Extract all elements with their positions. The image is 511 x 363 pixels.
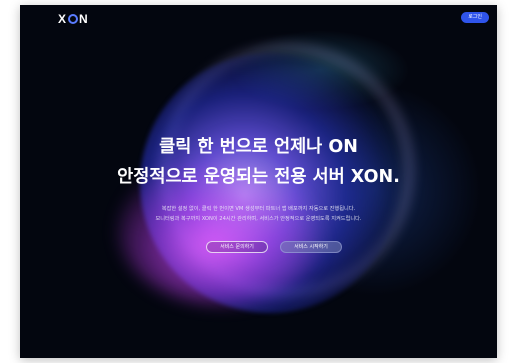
hero-description-line2: 모니터링과 복구까지 XON이 24시간 관리하며, 서비스가 안정적으로 운영… [155, 216, 362, 222]
hero-section: 클릭 한 번으로 언제나 ON 안정적으로 운영되는 전용 서버 XON. 복잡… [20, 5, 497, 358]
service-inquiry-button[interactable]: 서비스 문의하기 [206, 241, 268, 253]
hero-headline-line2: 안정적으로 운영되는 전용 서버 XON. [117, 167, 400, 187]
hero-headline-line1: 클릭 한 번으로 언제나 ON [159, 137, 358, 157]
service-start-button[interactable]: 서비스 시작하기 [280, 241, 342, 253]
browser-viewport: X N 로그인 클릭 한 번으로 언제나 ON 안정적으로 운영되는 전용 서버… [20, 5, 497, 358]
hero-description-line1: 복잡한 설정 없이, 클릭 한 번이면 VM 생성부터 파트너 앱 배포까지 자… [161, 206, 356, 212]
